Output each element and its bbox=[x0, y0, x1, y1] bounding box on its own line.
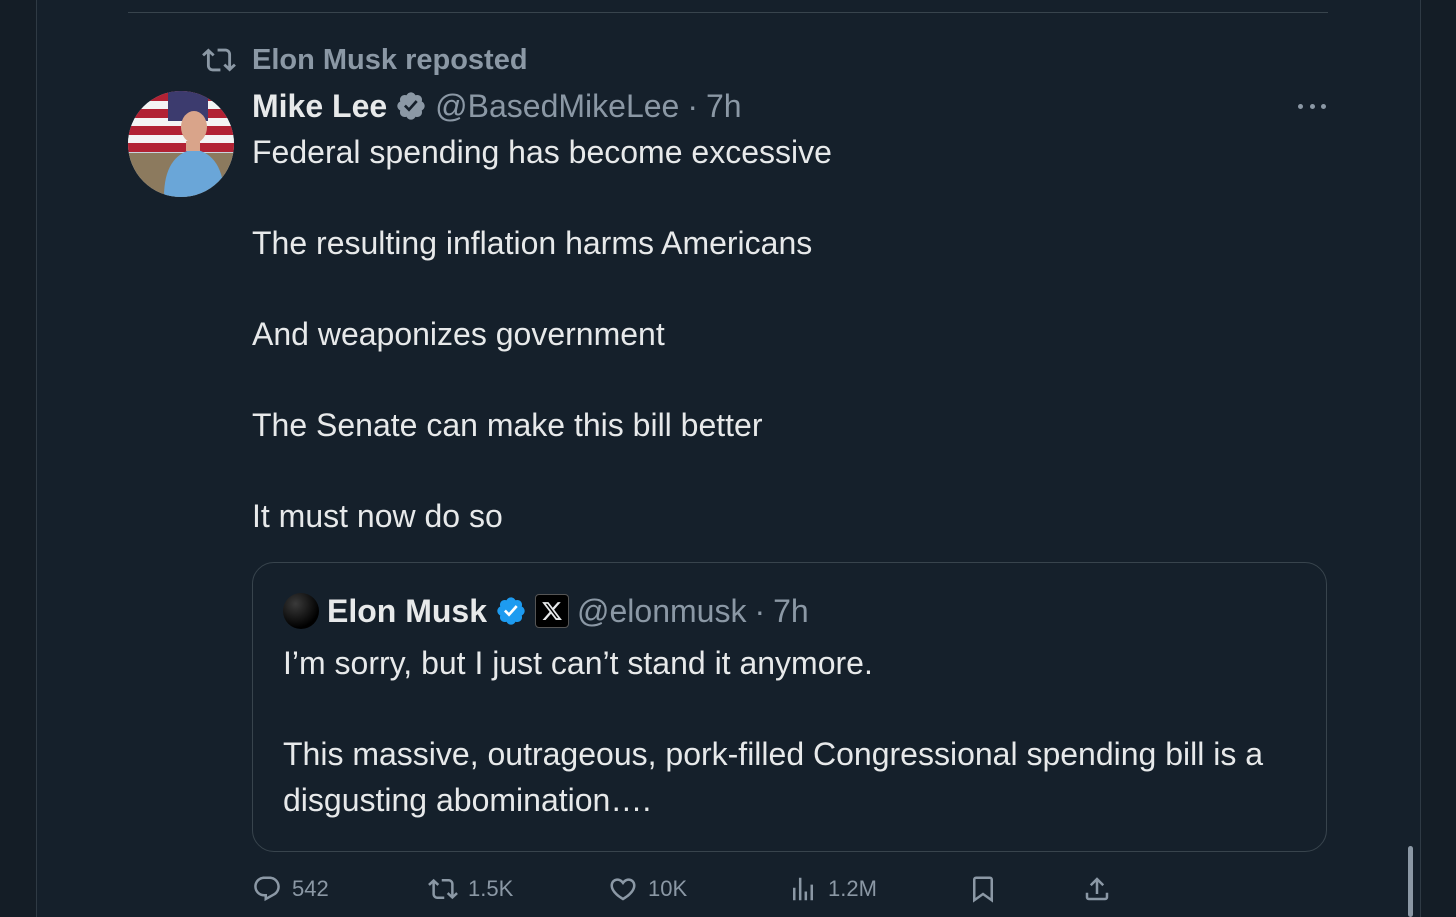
verified-icon[interactable] bbox=[495, 595, 527, 627]
repost-icon bbox=[202, 48, 236, 72]
share-button[interactable] bbox=[1082, 870, 1112, 908]
reply-icon bbox=[254, 876, 280, 902]
reply-count: 542 bbox=[292, 876, 329, 901]
quoted-tweet-header: Elon Musk @elonmusk · 7h bbox=[283, 589, 809, 633]
x-logo-icon[interactable] bbox=[535, 594, 570, 628]
divider bbox=[128, 12, 1328, 13]
quote-author-handle[interactable]: @elonmusk bbox=[577, 593, 746, 630]
quote-timestamp[interactable]: 7h bbox=[773, 593, 809, 630]
more-icon[interactable] bbox=[1294, 94, 1330, 118]
quote-avatar[interactable] bbox=[283, 593, 319, 629]
like-button[interactable]: 10K bbox=[608, 870, 687, 908]
repost-icon bbox=[428, 878, 458, 900]
repost-context[interactable]: Elon Musk reposted bbox=[202, 42, 528, 78]
tweet-text: Federal spending has become excessive Th… bbox=[252, 130, 1312, 540]
quoted-tweet-text: I’m sorry, but I just can’t stand it any… bbox=[283, 641, 1313, 823]
reply-button[interactable]: 542 bbox=[252, 870, 329, 908]
tweet-header: Mike Lee @BasedMikeLee · 7h bbox=[252, 84, 742, 128]
views-button[interactable]: 1.2M bbox=[788, 870, 877, 908]
scrollbar[interactable] bbox=[1408, 846, 1413, 917]
repost-button[interactable]: 1.5K bbox=[428, 870, 513, 908]
separator-dot: · bbox=[754, 592, 766, 629]
like-count: 10K bbox=[648, 876, 688, 901]
verified-icon[interactable] bbox=[395, 90, 427, 122]
tweet-line: And weaponizes government bbox=[252, 316, 665, 352]
tweet-line: The resulting inflation harms Americans bbox=[252, 225, 813, 261]
quoted-tweet[interactable]: Elon Musk @elonmusk · 7h I’m sorry, but … bbox=[252, 562, 1327, 852]
view-count: 1.2M bbox=[828, 876, 877, 901]
repost-label: Elon Musk reposted bbox=[252, 43, 528, 76]
tweet-timestamp[interactable]: 7h bbox=[706, 88, 742, 125]
views-icon bbox=[793, 877, 813, 901]
like-icon bbox=[610, 878, 636, 901]
separator-dot: · bbox=[687, 87, 698, 124]
bookmark-icon bbox=[973, 876, 993, 903]
avatar[interactable] bbox=[128, 91, 234, 197]
author-handle[interactable]: @BasedMikeLee bbox=[435, 88, 679, 125]
bookmark-button[interactable] bbox=[968, 870, 998, 908]
author-name[interactable]: Mike Lee bbox=[252, 88, 387, 125]
quote-line: This massive, outrageous, pork-filled Co… bbox=[283, 736, 1264, 818]
tweet-line: It must now do so bbox=[252, 498, 503, 534]
quote-author-name[interactable]: Elon Musk bbox=[327, 593, 487, 630]
share-icon bbox=[1085, 877, 1109, 901]
tweet-line: The Senate can make this bill better bbox=[252, 407, 763, 443]
quote-line: I’m sorry, but I just can’t stand it any… bbox=[283, 645, 873, 681]
tweet-actions: 542 1.5K 10K 1.2M bbox=[252, 870, 1352, 908]
tweet-line: Federal spending has become excessive bbox=[252, 134, 832, 170]
repost-count: 1.5K bbox=[468, 876, 514, 901]
